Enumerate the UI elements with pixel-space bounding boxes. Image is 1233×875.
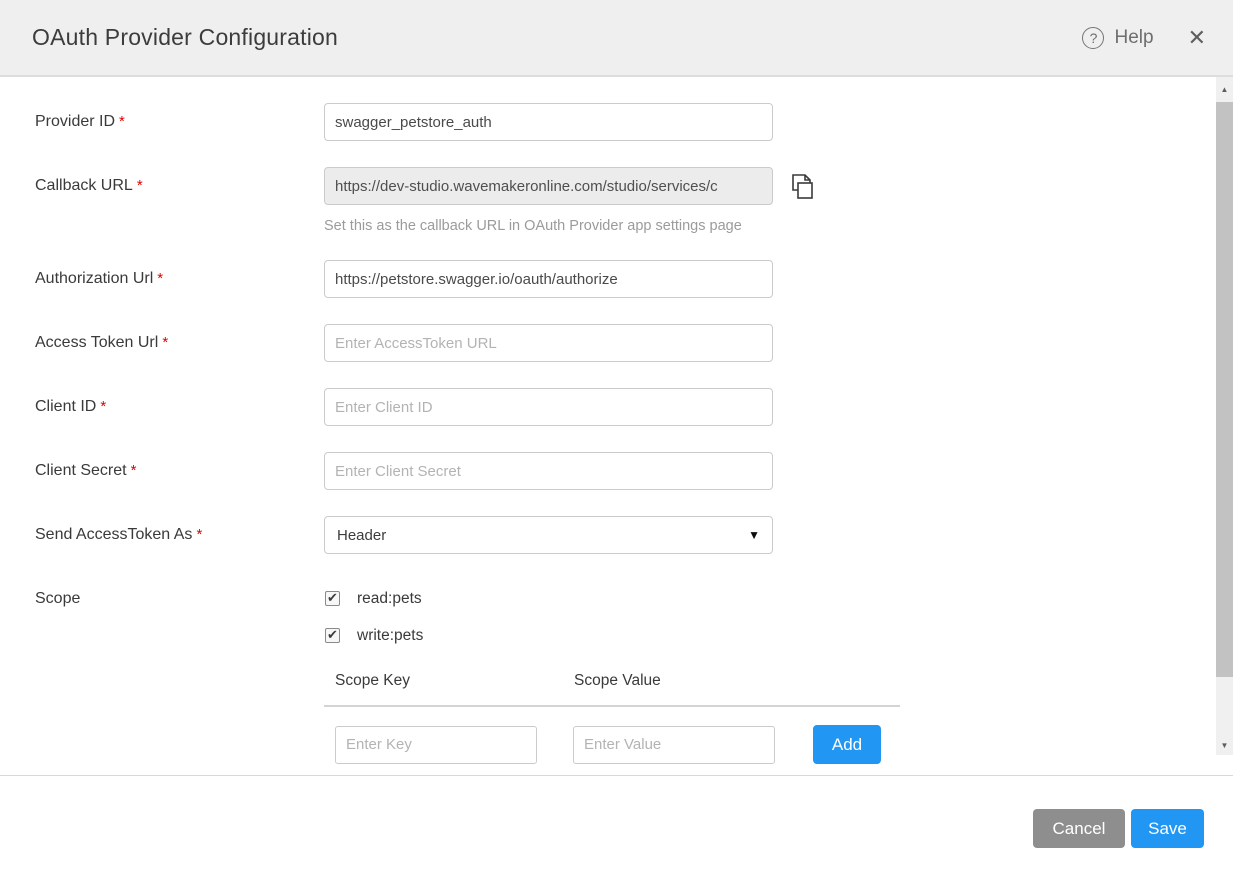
provider-id-label-text: Provider ID [35, 113, 115, 130]
scroll-up-icon[interactable]: ▲ [1216, 79, 1233, 99]
required-asterisk: * [100, 398, 106, 415]
dialog-title: OAuth Provider Configuration [32, 24, 1082, 51]
authorization-url-input[interactable] [324, 260, 773, 298]
required-asterisk: * [196, 526, 202, 543]
scroll-down-icon[interactable]: ▼ [1216, 735, 1233, 755]
scope-label: Scope [35, 580, 324, 664]
close-icon[interactable]: ✕ [1188, 27, 1206, 49]
help-question-icon: ? [1082, 27, 1104, 49]
check-icon: ✔ [327, 628, 338, 641]
client-secret-row: Client Secret* [35, 452, 1173, 490]
check-icon: ✔ [327, 591, 338, 604]
client-id-label: Client ID* [35, 388, 324, 426]
add-button[interactable]: Add [813, 725, 881, 764]
required-asterisk: * [157, 270, 163, 287]
send-accesstoken-as-value: Header [337, 527, 386, 544]
help-label: Help [1114, 27, 1153, 49]
callback-url-inline [324, 167, 816, 205]
authorization-url-label: Authorization Url* [35, 260, 324, 298]
callback-url-row: Callback URL* Set this as the callback U… [35, 167, 1173, 234]
copy-button[interactable] [788, 171, 816, 201]
client-id-input[interactable] [324, 388, 773, 426]
required-asterisk: * [131, 462, 137, 479]
chevron-down-icon: ▼ [748, 528, 760, 542]
oauth-provider-configuration-dialog: OAuth Provider Configuration ? Help ✕ Pr… [0, 0, 1233, 875]
callback-url-control: Set this as the callback URL in OAuth Pr… [324, 167, 816, 234]
send-accesstoken-as-select[interactable]: Header ▼ [324, 516, 773, 554]
scrollbar-thumb[interactable] [1216, 102, 1233, 677]
scope-key-header: Scope Key [335, 672, 574, 690]
checkbox-checked-icon[interactable]: ✔ [325, 591, 340, 606]
client-secret-label: Client Secret* [35, 452, 324, 490]
scope-table-headers: Scope Key Scope Value [324, 672, 900, 707]
callback-url-label: Callback URL* [35, 167, 324, 234]
provider-id-row: Provider ID* [35, 103, 1173, 141]
copy-icon [788, 171, 816, 201]
scope-options: ✔ read:pets ✔ write:pets [324, 580, 423, 664]
access-token-url-row: Access Token Url* [35, 324, 1173, 362]
scope-table-input-row: Add [324, 725, 900, 764]
client-secret-input[interactable] [324, 452, 773, 490]
access-token-url-input[interactable] [324, 324, 773, 362]
scope-row: Scope ✔ read:pets ✔ write:pets [35, 580, 1173, 664]
access-token-url-label: Access Token Url* [35, 324, 324, 362]
send-accesstoken-as-label-text: Send AccessToken As [35, 526, 192, 543]
provider-id-input[interactable] [324, 103, 773, 141]
client-secret-label-text: Client Secret [35, 462, 127, 479]
scope-option-label: read:pets [357, 590, 422, 608]
dialog-body: Provider ID* Callback URL* Set this as [0, 77, 1233, 776]
provider-id-label: Provider ID* [35, 103, 324, 141]
access-token-url-label-text: Access Token Url [35, 334, 158, 351]
callback-url-label-text: Callback URL [35, 177, 133, 194]
callback-url-input [324, 167, 773, 205]
scope-key-input[interactable] [335, 726, 537, 764]
checkbox-checked-icon[interactable]: ✔ [325, 628, 340, 643]
send-accesstoken-as-label: Send AccessToken As* [35, 516, 324, 554]
dialog-header: OAuth Provider Configuration ? Help ✕ [0, 0, 1233, 77]
authorization-url-label-text: Authorization Url [35, 270, 153, 287]
callback-url-hint: Set this as the callback URL in OAuth Pr… [324, 218, 816, 234]
authorization-url-row: Authorization Url* [35, 260, 1173, 298]
scope-value-header: Scope Value [574, 672, 661, 690]
help-button[interactable]: ? Help [1082, 27, 1153, 49]
scope-table: Scope Key Scope Value Add [324, 672, 900, 764]
cancel-button[interactable]: Cancel [1033, 809, 1125, 848]
scope-value-input[interactable] [573, 726, 775, 764]
required-asterisk: * [162, 334, 168, 351]
client-id-row: Client ID* [35, 388, 1173, 426]
save-button[interactable]: Save [1131, 809, 1204, 848]
scope-option-write-pets[interactable]: ✔ write:pets [325, 627, 423, 644]
scope-option-read-pets[interactable]: ✔ read:pets [325, 590, 423, 607]
send-accesstoken-as-row: Send AccessToken As* Header ▼ [35, 516, 1173, 554]
scope-option-label: write:pets [357, 627, 423, 645]
client-id-label-text: Client ID [35, 398, 96, 415]
required-asterisk: * [137, 177, 143, 194]
dialog-footer: Cancel Save [0, 777, 1233, 875]
required-asterisk: * [119, 113, 125, 130]
vertical-scrollbar[interactable]: ▲ ▼ [1216, 77, 1233, 755]
